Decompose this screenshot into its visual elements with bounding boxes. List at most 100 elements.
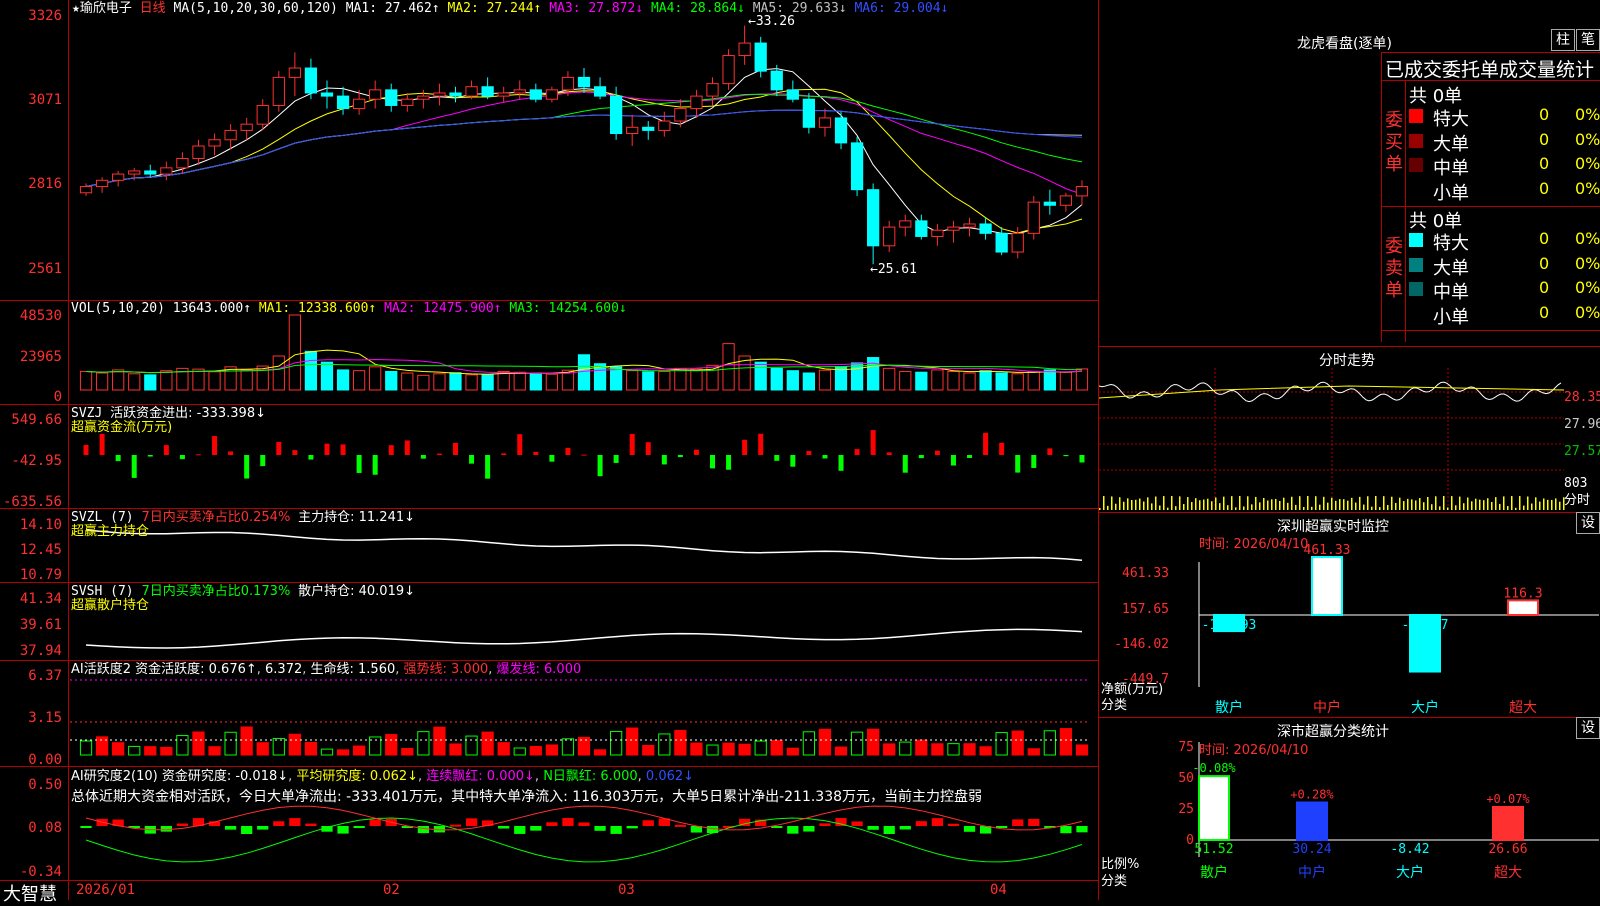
- fund-flow-bar: [131, 455, 137, 478]
- intraday-volume-bar: [1459, 496, 1461, 510]
- order-pct: 0%: [1575, 105, 1600, 124]
- intraday-volume-bar: [1403, 501, 1405, 510]
- star-icon[interactable]: ★: [72, 1, 80, 16]
- volume-bar: [577, 354, 591, 391]
- order-pct: 0%: [1575, 178, 1600, 198]
- main-chart-area[interactable]: ★瑜欣电子 日线 MA(5,10,20,30,60,120) MA1: 27.4…: [0, 0, 1099, 905]
- class-bar-value: 26.66: [1488, 842, 1527, 857]
- class-axis-label: 25: [1178, 802, 1194, 817]
- activity-bar: [899, 741, 912, 756]
- candle-body: [449, 92, 462, 97]
- fund-flow-bar: [581, 454, 587, 456]
- intraday-volume-bar: [1131, 500, 1133, 510]
- intraday-volume-bar: [1523, 505, 1525, 510]
- volume-bar: [95, 372, 109, 391]
- intraday-volume-bar: [1547, 499, 1549, 510]
- ai1-header: AI活跃度2 资金活跃度: 0.676↑, 6.372, 生命线: 1.560,…: [71, 662, 582, 677]
- intraday-volume-bar: [1391, 496, 1393, 510]
- order-row: 小单 0 0%: [1409, 302, 1600, 328]
- activity-bar: [240, 726, 253, 756]
- fund-flow-bar: [613, 455, 619, 463]
- ma-line: [85, 93, 1083, 187]
- volume-bar: [850, 362, 864, 391]
- color-swatch: [1409, 306, 1423, 321]
- order-type: 中单: [1433, 158, 1469, 179]
- intraday-volume-bar: [1215, 497, 1217, 510]
- volume-bar: [304, 350, 318, 391]
- order-type: 中单: [1433, 282, 1469, 303]
- volume-bar: [385, 370, 398, 391]
- intraday-volume-bar: [1107, 505, 1109, 510]
- ma-values: MA1: 27.462↑ MA2: 27.244↑ MA3: 27.872↓ M…: [346, 1, 949, 16]
- candle-body: [336, 95, 350, 110]
- vol-ma-value: MA1: 12338.600↑: [258, 301, 385, 316]
- intraday-volume-bar: [1323, 496, 1325, 510]
- ma-line: [85, 109, 1083, 187]
- intraday-volume-bar: [1115, 503, 1117, 510]
- research-bar: [337, 826, 349, 834]
- stats-title: 已成交委托单成交量统计: [1385, 59, 1595, 81]
- monitor-chart[interactable]: 461.33 157.65 -146.02 -449.7 -127.93 散户 461.33…: [1099, 512, 1600, 717]
- intraday-volume-bar: [1155, 496, 1157, 510]
- class-cat: 分类: [1101, 874, 1128, 889]
- class-chart[interactable]: 755025051.52-0.08%散户30.24+0.28%中户-8.42大户…: [1099, 717, 1600, 900]
- research-bar: [610, 826, 622, 834]
- activity-bar: [802, 731, 816, 756]
- activity-bar: [481, 731, 494, 756]
- intraday-volume-bar: [1387, 504, 1389, 510]
- intraday-volume-bar: [1503, 496, 1505, 510]
- ai1-axis-label: 3.15: [28, 710, 62, 726]
- fund-flow-bar: [645, 442, 651, 455]
- monitor-unit: 净额(万元): [1101, 682, 1164, 697]
- volume-bar: [208, 371, 221, 391]
- svsh-sub: 超赢散户持仓: [71, 598, 150, 613]
- date-label: 03: [618, 882, 635, 898]
- candle-body: [642, 126, 655, 131]
- chart-canvas[interactable]: [0, 0, 1098, 900]
- candle-body: [240, 123, 253, 131]
- research-bar: [353, 826, 365, 828]
- activity-bar: [690, 742, 703, 756]
- intraday-volume-bar: [1163, 496, 1165, 510]
- bar-view-button[interactable]: 柱: [1551, 29, 1575, 51]
- lhb-title: 龙虎看盘(逐单): [1297, 36, 1392, 52]
- fund-flow-bar: [244, 455, 250, 479]
- period-label[interactable]: 日线: [140, 1, 166, 16]
- intraday-volume-bar: [1535, 497, 1537, 510]
- order-pct: 0%: [1575, 302, 1600, 322]
- research-bar: [546, 822, 558, 826]
- intraday-volume-bar: [1507, 506, 1509, 510]
- volume-bar: [417, 374, 430, 391]
- intraday-chart[interactable]: [1099, 368, 1600, 510]
- candle-body: [610, 95, 623, 135]
- volume-bar: [401, 372, 414, 391]
- tick-view-button[interactable]: 笔: [1576, 29, 1600, 51]
- order-type: 大单: [1433, 133, 1469, 155]
- svsh-axis-label: 37.94: [19, 643, 62, 659]
- research-bar: [562, 818, 574, 826]
- svzj-axis-label: -42.95: [11, 453, 62, 469]
- order-count: 0: [1539, 129, 1550, 149]
- candle-body: [304, 67, 318, 94]
- research-bar: [1060, 826, 1072, 834]
- candle-body: [674, 108, 687, 122]
- divider: [0, 766, 1098, 767]
- activity-bar: [883, 743, 896, 756]
- fund-flow-bar: [420, 455, 426, 459]
- candle-body: [128, 170, 141, 175]
- activity-bar: [674, 729, 687, 756]
- svzj-sub: 超赢资金流(万元): [71, 420, 173, 435]
- candle-body: [850, 142, 864, 191]
- monitor-bar: [1311, 556, 1343, 616]
- volume-bar: [610, 366, 623, 391]
- class-axis-label: 0: [1186, 833, 1194, 848]
- volume-bar: [626, 370, 639, 391]
- research-bar: [257, 826, 269, 830]
- activity-bar: [593, 749, 607, 756]
- intraday-volume-bar: [1383, 496, 1385, 510]
- order-type: 特大: [1433, 233, 1469, 254]
- order-type: 小单: [1433, 182, 1469, 204]
- candle-body: [931, 229, 944, 237]
- candle-body: [690, 95, 703, 110]
- candle-body: [818, 117, 832, 128]
